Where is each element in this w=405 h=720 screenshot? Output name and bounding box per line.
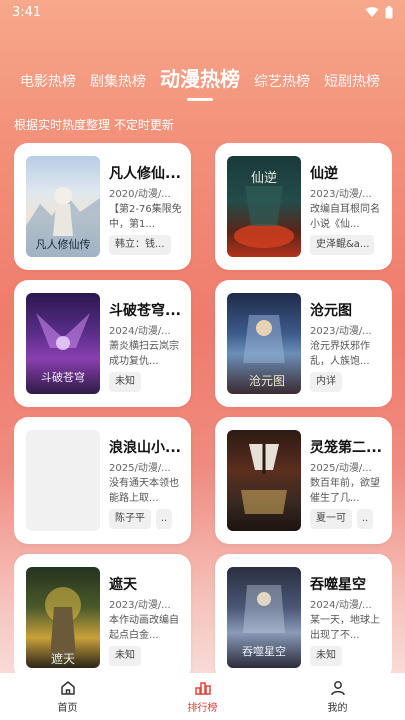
card-meta: 2023/动漫/...: [310, 326, 372, 337]
tab-anime[interactable]: 动漫热榜: [160, 66, 240, 92]
card-description: 数百年前，欲望催生了几...: [310, 478, 380, 504]
poster-title-art: 沧元图: [249, 373, 285, 388]
ranking-grid: 凡人修仙传 凡人修仙... 2020/动漫/... 【第2-76集限免中，第1.…: [14, 143, 392, 673]
tab-movie[interactable]: 电影热榜: [20, 72, 76, 92]
tab-series[interactable]: 剧集热榜: [90, 72, 146, 92]
cast-tag: 未知: [310, 646, 342, 666]
poster-image: 沧元图: [227, 293, 301, 394]
tab-variety[interactable]: 综艺热榜: [254, 72, 310, 92]
home-icon: [60, 681, 75, 695]
cast-tag: 未知: [109, 372, 141, 392]
nav-ranking-label: 排行榜: [187, 703, 218, 714]
poster-title-art: 凡人修仙传: [36, 237, 91, 251]
card-description: 沧元界妖邪作乱，人族饱...: [310, 341, 370, 367]
page-subtitle: 根据实时热度整理 不定时更新: [14, 118, 174, 132]
ranking-card[interactable]: 沧元图 沧元图 2023/动漫/... 沧元界妖邪作乱，人族饱... 内详: [215, 280, 392, 407]
card-meta: 2025/动漫/...: [109, 463, 171, 474]
poster-image: 斗破苍穹: [26, 293, 100, 394]
poster-image: 仙逆: [227, 156, 301, 257]
poster-image: [227, 430, 301, 531]
ranking-card[interactable]: 吞噬星空 吞噬星空 2024/动漫/... 某一天，地球上出现了不... 未知: [215, 554, 392, 673]
wifi-icon: [365, 7, 379, 17]
card-title: 灵笼第二...: [310, 440, 382, 456]
nav-profile[interactable]: 我的: [298, 679, 378, 714]
more-tag: ..: [156, 509, 172, 529]
card-description: 改编自耳根同名小说《仙...: [310, 204, 380, 230]
cast-tag: 韩立：钱...: [109, 235, 171, 255]
cast-tag: 史泽鲲&a...: [310, 235, 374, 255]
poster-title-art: 斗破苍穹: [41, 370, 85, 384]
card-meta: 2023/动漫/...: [109, 600, 171, 611]
more-tag: ..: [357, 509, 373, 529]
ranking-card[interactable]: 仙逆 仙逆 2023/动漫/... 改编自耳根同名小说《仙... 史泽鲲&a..…: [215, 143, 392, 270]
category-tabs: 电影热榜 剧集热榜 动漫热榜 综艺热榜 短剧热榜: [0, 56, 405, 92]
card-title: 遮天: [109, 577, 137, 593]
poster-title-art: 遮天: [51, 651, 75, 666]
ranking-icon: [194, 682, 211, 695]
nav-home[interactable]: 首页: [28, 679, 108, 714]
poster-image: [26, 430, 100, 531]
tab-short-drama[interactable]: 短剧热榜: [324, 72, 380, 92]
cast-tag: 未知: [109, 646, 141, 666]
poster-image: 遮天: [26, 567, 100, 668]
ranking-card[interactable]: 遮天 遮天 2023/动漫/... 本作动画改编自起点白金... 未知: [14, 554, 191, 673]
status-bar: 3:41: [0, 0, 405, 24]
card-description: 萧炎横扫云岚宗成功复仇...: [109, 341, 179, 367]
card-title: 仙逆: [310, 166, 338, 182]
cast-tag: 内详: [310, 372, 342, 392]
card-description: 没有通天本领也能路上取...: [109, 478, 179, 504]
bottom-nav: 首页 排行榜 我的: [0, 673, 405, 720]
poster-image: 凡人修仙传: [26, 156, 100, 257]
card-description: 【第2-76集限免中，第1...: [109, 204, 182, 230]
card-description: 某一天，地球上出现了不...: [310, 615, 380, 641]
nav-profile-label: 我的: [327, 703, 348, 714]
ranking-card[interactable]: 灵笼第二... 2025/动漫/... 数百年前，欲望催生了几... 夏一可 .…: [215, 417, 392, 544]
poster-image: 吞噬星空: [227, 567, 301, 668]
poster-title-art: 吞噬星空: [242, 644, 286, 658]
ranking-card[interactable]: 凡人修仙传 凡人修仙... 2020/动漫/... 【第2-76集限免中，第1.…: [14, 143, 191, 270]
cast-tag: 陈子平: [109, 509, 151, 529]
card-title: 斗破苍穹...: [109, 303, 181, 319]
nav-home-label: 首页: [57, 703, 78, 714]
card-meta: 2023/动漫/...: [310, 189, 372, 200]
card-title: 沧元图: [310, 303, 352, 319]
ranking-card[interactable]: 斗破苍穹 斗破苍穹... 2024/动漫/... 萧炎横扫云岚宗成功复仇... …: [14, 280, 191, 407]
card-meta: 2024/动漫/...: [310, 600, 372, 611]
ranking-card[interactable]: 浪浪山小... 2025/动漫/... 没有通天本领也能路上取... 陈子平 .…: [14, 417, 191, 544]
card-meta: 2025/动漫/...: [310, 463, 372, 474]
status-icons: [365, 5, 393, 19]
card-title: 吞噬星空: [310, 577, 366, 593]
card-description: 本作动画改编自起点白金...: [109, 615, 179, 641]
nav-ranking[interactable]: 排行榜: [163, 679, 243, 714]
battery-icon: [385, 5, 393, 18]
card-meta: 2024/动漫/...: [109, 326, 171, 337]
user-icon: [330, 681, 345, 696]
card-title: 浪浪山小...: [109, 440, 181, 456]
status-time: 3:41: [12, 4, 42, 20]
card-title: 凡人修仙...: [109, 166, 181, 182]
cast-tag: 夏一可: [310, 509, 352, 529]
card-meta: 2020/动漫/...: [109, 189, 171, 200]
poster-title-art: 仙逆: [251, 170, 277, 186]
